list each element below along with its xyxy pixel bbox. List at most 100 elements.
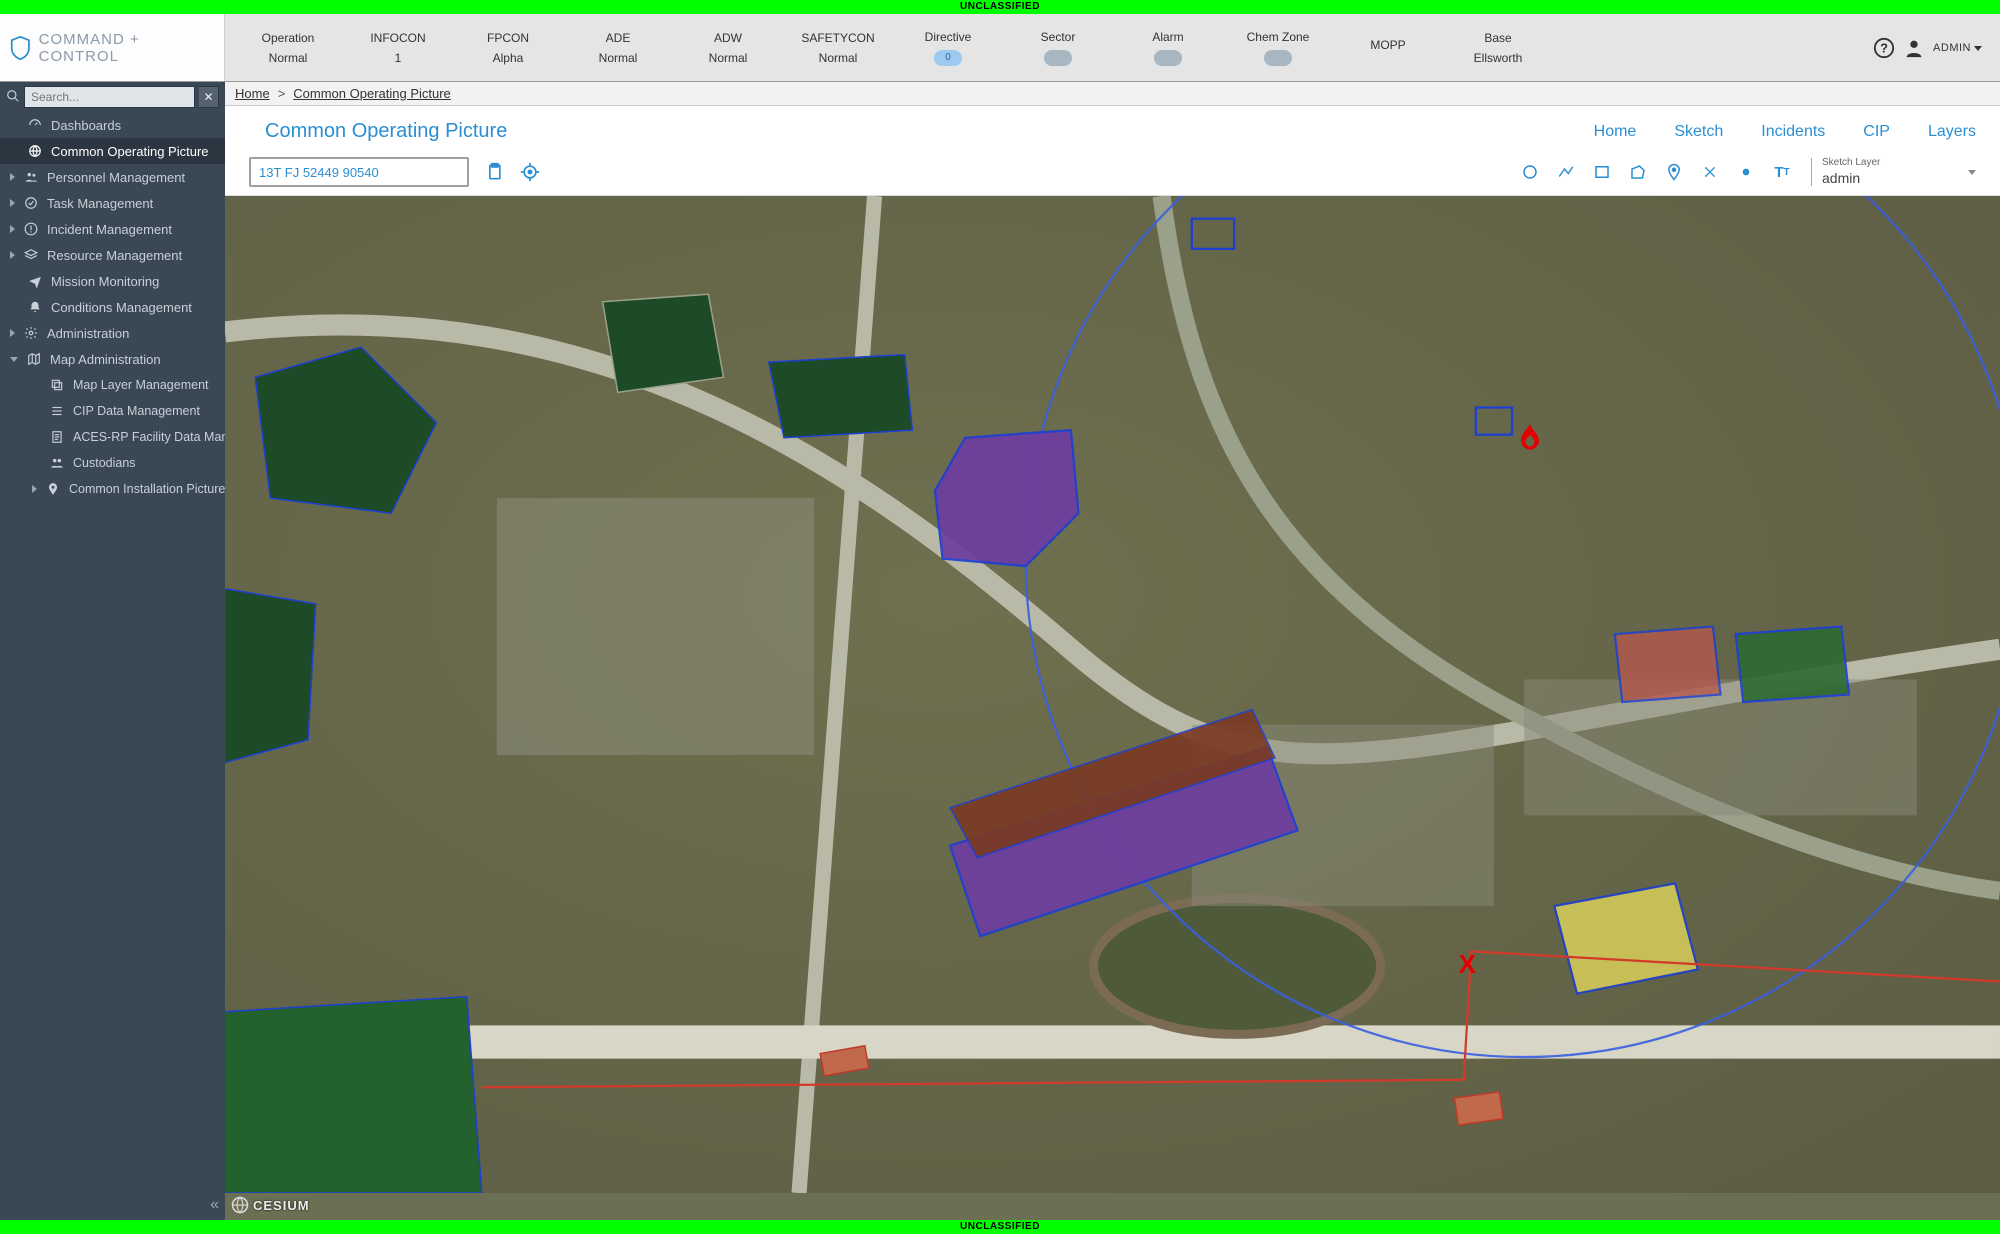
tab-incidents[interactable]: Incidents (1761, 123, 1825, 141)
status-sector[interactable]: Sector (1003, 14, 1113, 81)
status-label: Base (1484, 31, 1511, 45)
sidebar-item-dashboards[interactable]: Dashboards (0, 112, 225, 138)
status-value: Ellsworth (1474, 51, 1523, 65)
map-viewport[interactable]: X CESIUM (225, 196, 2000, 1220)
status-label: SAFETYCON (801, 31, 874, 45)
sidebar: ✕ Dashboards Common Operating Picture Pers… (0, 82, 225, 1220)
sidebar-item-conditions-management[interactable]: Conditions Management (0, 294, 225, 320)
draw-point-icon[interactable] (1735, 161, 1757, 183)
tab-sketch[interactable]: Sketch (1674, 123, 1723, 141)
sidebar-item-common-installation-picture[interactable]: Common Installation Picture (0, 476, 225, 502)
user-icon[interactable] (1903, 37, 1925, 59)
sidebar-item-task-management[interactable]: Task Management (0, 190, 225, 216)
gauge-icon (27, 117, 43, 133)
sidebar-item-label: Common Operating Picture (51, 144, 209, 159)
fire-marker-icon[interactable] (1512, 421, 1548, 460)
status-value (1044, 50, 1072, 66)
sidebar-item-label: Mission Monitoring (51, 274, 159, 289)
status-value: Normal (269, 51, 308, 65)
status-fpcon[interactable]: FPCONAlpha (453, 14, 563, 81)
sidebar-item-label: Common Installation Picture (69, 482, 225, 496)
sidebar-item-label: Map Layer Management (73, 378, 209, 392)
sidebar-item-label: Custodians (73, 456, 136, 470)
status-value (1154, 50, 1182, 66)
sidebar-item-aces-rp-facility-data-management[interactable]: ACES-RP Facility Data Management (0, 424, 225, 450)
sidebar-item-label: Task Management (47, 196, 153, 211)
red-x-marker[interactable]: X (1459, 949, 1476, 980)
draw-polyline-icon[interactable] (1555, 161, 1577, 183)
exclaim-icon (23, 221, 39, 237)
tab-home[interactable]: Home (1594, 123, 1637, 141)
svg-text:?: ? (1880, 40, 1888, 55)
search-icon (6, 89, 20, 106)
status-value: Normal (709, 51, 748, 65)
breadcrumb-home[interactable]: Home (235, 86, 270, 101)
toolbar: TT Sketch Layer admin (225, 153, 2000, 196)
globe-icon (231, 1196, 249, 1214)
status-value: Normal (599, 51, 638, 65)
sidebar-item-map-layer-management[interactable]: Map Layer Management (0, 372, 225, 398)
sidebar-item-cip-data-management[interactable]: CIP Data Management (0, 398, 225, 424)
sidebar-item-label: CIP Data Management (73, 404, 200, 418)
search-clear-button[interactable]: ✕ (199, 86, 219, 108)
brand-text: COMMAND + CONTROL (39, 31, 214, 65)
draw-rectangle-icon[interactable] (1591, 161, 1613, 183)
sidebar-item-common-operating-picture[interactable]: Common Operating Picture (0, 138, 225, 164)
sidebar-item-label: Map Administration (50, 352, 161, 367)
status-chem-zone[interactable]: Chem Zone (1223, 14, 1333, 81)
tab-cip[interactable]: CIP (1863, 123, 1890, 141)
status-value: 0 (934, 50, 962, 66)
draw-delete-icon[interactable] (1699, 161, 1721, 183)
status-value: Normal (819, 51, 858, 65)
coordinate-input[interactable] (249, 157, 469, 187)
status-operation[interactable]: OperationNormal (233, 14, 343, 81)
pin-icon (45, 481, 61, 497)
draw-text-icon[interactable]: TT (1771, 161, 1793, 183)
sidebar-item-map-administration[interactable]: Map Administration (0, 346, 225, 372)
sidebar-search: ✕ (0, 82, 225, 112)
tab-layers[interactable]: Layers (1928, 123, 1976, 141)
status-infocon[interactable]: INFOCON1 (343, 14, 453, 81)
status-value: 1 (395, 51, 402, 65)
status-ade[interactable]: ADENormal (563, 14, 673, 81)
clipboard-icon[interactable] (483, 161, 505, 183)
draw-pin-icon[interactable] (1663, 161, 1685, 183)
classification-banner-top: UNCLASSIFIED (0, 0, 2000, 14)
caret-icon (10, 199, 15, 207)
sketch-layer-selector[interactable]: Sketch Layer admin (1811, 158, 1976, 186)
classification-banner-bottom: UNCLASSIFIED (0, 1220, 2000, 1234)
sidebar-collapse-button[interactable]: « (210, 1196, 219, 1214)
draw-tools: TT (1519, 161, 1793, 183)
sidebar-item-mission-monitoring[interactable]: Mission Monitoring (0, 268, 225, 294)
copy-icon (49, 377, 65, 393)
page-title: Common Operating Picture (265, 120, 507, 143)
sidebar-item-administration[interactable]: Administration (0, 320, 225, 346)
status-label: ADW (714, 31, 742, 45)
search-input[interactable] (24, 86, 195, 108)
status-mopp[interactable]: MOPP (1333, 14, 1443, 81)
people-icon (49, 455, 65, 471)
status-alarm[interactable]: Alarm (1113, 14, 1223, 81)
draw-circle-icon[interactable] (1519, 161, 1541, 183)
locate-icon[interactable] (519, 161, 541, 183)
help-icon[interactable]: ? (1873, 37, 1895, 59)
status-bar: COMMAND + CONTROL OperationNormalINFOCON… (0, 14, 2000, 82)
status-base[interactable]: Base Ellsworth (1443, 14, 1553, 81)
user-name-dropdown[interactable]: ADMIN (1933, 42, 1982, 54)
sidebar-item-incident-management[interactable]: Incident Management (0, 216, 225, 242)
sidebar-item-personnel-management[interactable]: Personnel Management (0, 164, 225, 190)
status-directive[interactable]: Directive0 (893, 14, 1003, 81)
caret-icon (10, 329, 15, 337)
draw-polygon-icon[interactable] (1627, 161, 1649, 183)
sidebar-item-resource-management[interactable]: Resource Management (0, 242, 225, 268)
plane-icon (27, 273, 43, 289)
brand-logo[interactable]: COMMAND + CONTROL (0, 14, 225, 81)
status-adw[interactable]: ADW Normal (673, 14, 783, 81)
sidebar-item-label: Incident Management (47, 222, 172, 237)
sketch-layer-label: Sketch Layer (1822, 158, 1962, 168)
status-safetycon[interactable]: SAFETYCON Normal (783, 14, 893, 81)
map-canvas[interactable] (225, 196, 2000, 1193)
sheet-icon (49, 429, 65, 445)
breadcrumb-current[interactable]: Common Operating Picture (293, 86, 451, 101)
sidebar-item-custodians[interactable]: Custodians (0, 450, 225, 476)
